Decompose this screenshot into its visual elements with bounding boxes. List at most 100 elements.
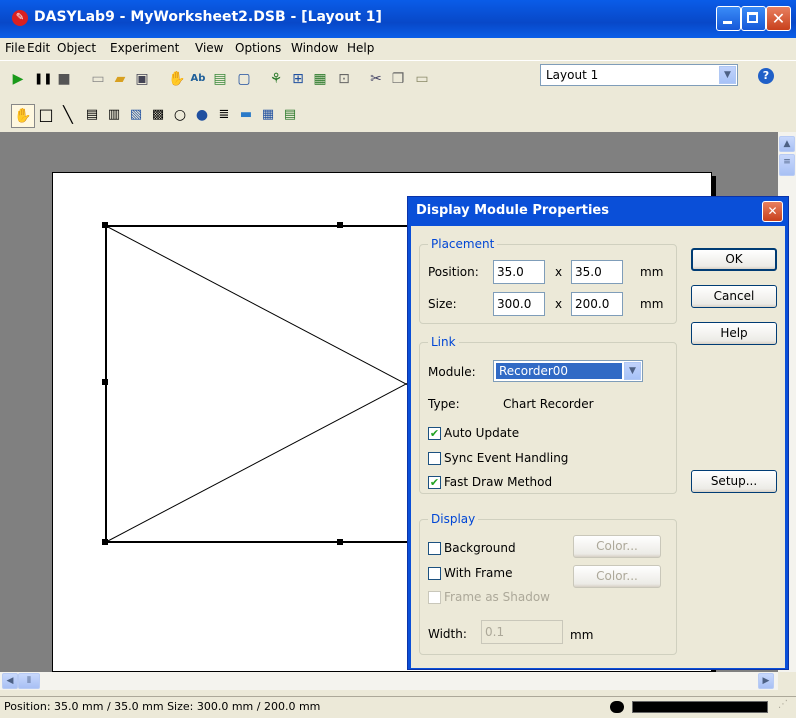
placement-legend: Placement	[428, 237, 498, 251]
position-label: Position:	[428, 265, 479, 279]
vertical-scroll-thumb[interactable]: ≡	[779, 154, 795, 176]
dialog-close-button[interactable]: ✕	[762, 201, 783, 222]
maximize-icon	[747, 12, 758, 23]
display-legend: Display	[428, 512, 479, 526]
menu-edit[interactable]: Edit	[27, 41, 50, 55]
rectangle-tool-icon[interactable]: □	[38, 107, 54, 123]
save-icon[interactable]: ▣	[134, 71, 150, 87]
frame-shadow-checkbox[interactable]	[428, 591, 441, 604]
horizontal-scroll-thumb[interactable]: ⦀	[18, 673, 40, 689]
window-icon[interactable]: ▢	[236, 71, 252, 87]
fill-rect-tool-icon[interactable]: ▩	[150, 107, 166, 123]
background-color-button[interactable]: Color...	[573, 535, 661, 558]
menu-file[interactable]: File	[5, 41, 25, 55]
width-label: Width:	[428, 627, 467, 641]
stop-icon[interactable]: ■	[56, 71, 72, 87]
background-checkbox[interactable]	[428, 542, 441, 555]
tree-icon[interactable]: ⚘	[268, 71, 284, 87]
circle-tool-icon[interactable]: ○	[172, 107, 188, 123]
sync-event-checkbox[interactable]	[428, 452, 441, 465]
pause-icon[interactable]: ❚❚	[34, 71, 52, 87]
module-tool-icon[interactable]: ▥	[106, 107, 122, 123]
placement-group: Placement Position: 35.0 x 35.0 mm Size:…	[419, 237, 677, 324]
position-y-field[interactable]: 35.0	[571, 260, 623, 284]
size-y-field[interactable]: 200.0	[571, 292, 623, 316]
scroll-up-icon[interactable]: ▲	[779, 136, 795, 152]
size-x-field[interactable]: 300.0	[493, 292, 545, 316]
text-abc-icon[interactable]: Ab	[190, 71, 206, 87]
layout-dropdown[interactable]: Layout 1 ▼	[540, 64, 738, 86]
blocks-icon[interactable]: ▦	[312, 71, 328, 87]
scroll-left-icon[interactable]: ◀	[2, 673, 18, 689]
menu-window[interactable]: Window	[291, 41, 338, 55]
size-label: Size:	[428, 297, 457, 311]
window-title: DASYLab9 - MyWorksheet2.DSB - [Layout 1]	[34, 9, 382, 25]
auto-update-checkbox[interactable]: ✔	[428, 427, 441, 440]
fast-draw-label[interactable]: Fast Draw Method	[444, 475, 552, 489]
frame-color-button[interactable]: Color...	[573, 565, 661, 588]
image-icon[interactable]: ▤	[212, 71, 228, 87]
play-icon[interactable]: ▶	[10, 71, 26, 87]
chevron-down-icon[interactable]: ▼	[624, 362, 641, 380]
status-bar: Position: 35.0 mm / 35.0 mm Size: 300.0 …	[0, 696, 796, 718]
module-dropdown[interactable]: Recorder00 ▼	[493, 360, 643, 382]
chevron-down-icon[interactable]: ▼	[719, 66, 736, 84]
background-label[interactable]: Background	[444, 541, 516, 555]
zoom-fit-icon[interactable]: ⊡	[336, 71, 352, 87]
app-logo-icon: ✎	[12, 10, 28, 26]
hierarchy-icon[interactable]: ⊞	[290, 71, 306, 87]
sync-event-label[interactable]: Sync Event Handling	[444, 451, 568, 465]
hand-icon[interactable]: ✋	[168, 71, 185, 87]
scroll-right-icon[interactable]: ▶	[758, 673, 774, 689]
menu-view[interactable]: View	[195, 41, 223, 55]
display-tool-icon[interactable]: ▧	[128, 107, 144, 123]
module-dropdown-value: Recorder00	[496, 363, 622, 379]
with-frame-label[interactable]: With Frame	[444, 566, 512, 580]
minimize-button[interactable]	[716, 6, 741, 31]
setup-button[interactable]: Setup...	[691, 470, 777, 493]
ok-button[interactable]: OK	[691, 248, 777, 271]
menu-experiment[interactable]: Experiment	[110, 41, 179, 55]
line-tool-icon[interactable]: ╲	[60, 107, 76, 123]
cut-icon[interactable]: ✂	[368, 71, 384, 87]
close-icon: ✕	[771, 9, 786, 28]
menu-bar: File Edit Object Experiment View Options…	[0, 38, 796, 60]
width-field[interactable]: 0.1	[481, 620, 563, 644]
position-x-field[interactable]: 35.0	[493, 260, 545, 284]
drawing-toolbar: ✋ □ ╲ ▤ ▥ ▧ ▩ ○ ● ≣ ▬ ▦ ▤	[0, 98, 796, 132]
horizontal-scrollbar[interactable]: ◀ ⦀ ▶	[0, 672, 778, 690]
copy-icon[interactable]: ❐	[390, 71, 406, 87]
layout-dropdown-value: Layout 1	[546, 68, 599, 82]
text-box-tool-icon[interactable]: ▤	[84, 107, 100, 123]
text-align-tool-icon[interactable]: ≣	[216, 107, 232, 123]
filled-circle-tool-icon[interactable]: ●	[194, 107, 210, 123]
width-unit-label: mm	[570, 628, 594, 642]
display-group: Display Background Color... With Frame C…	[419, 512, 677, 655]
paste-icon[interactable]: ▭	[414, 71, 430, 87]
title-bar: ✎ DASYLab9 - MyWorksheet2.DSB - [Layout …	[0, 0, 796, 38]
close-button[interactable]: ✕	[766, 6, 791, 31]
close-icon: ✕	[767, 204, 778, 218]
progress-bar	[632, 701, 768, 713]
picture-tool-icon[interactable]: ▬	[238, 107, 254, 123]
frame-shadow-label[interactable]: Frame as Shadow	[444, 590, 550, 604]
size-times-label: x	[555, 297, 563, 311]
help-context-icon[interactable]: ?	[758, 68, 774, 84]
minimize-icon	[723, 21, 732, 24]
menu-object[interactable]: Object	[57, 41, 96, 55]
with-frame-checkbox[interactable]	[428, 567, 441, 580]
table-tool-icon[interactable]: ▦	[260, 107, 276, 123]
cancel-button[interactable]: Cancel	[691, 285, 777, 308]
menu-options[interactable]: Options	[235, 41, 281, 55]
resize-grip-icon[interactable]: ⋰	[778, 699, 788, 710]
menu-help[interactable]: Help	[347, 41, 374, 55]
new-document-icon[interactable]: ▭	[90, 71, 106, 87]
properties-tool-icon[interactable]: ▤	[282, 107, 298, 123]
help-button[interactable]: Help	[691, 322, 777, 345]
open-folder-icon[interactable]: ▰	[112, 71, 128, 87]
auto-update-label[interactable]: Auto Update	[444, 426, 519, 440]
maximize-button[interactable]	[741, 6, 766, 31]
link-group: Link Module: Recorder00 ▼ Type: Chart Re…	[419, 335, 677, 494]
fast-draw-checkbox[interactable]: ✔	[428, 476, 441, 489]
pointer-hand-tool[interactable]: ✋	[11, 104, 35, 128]
